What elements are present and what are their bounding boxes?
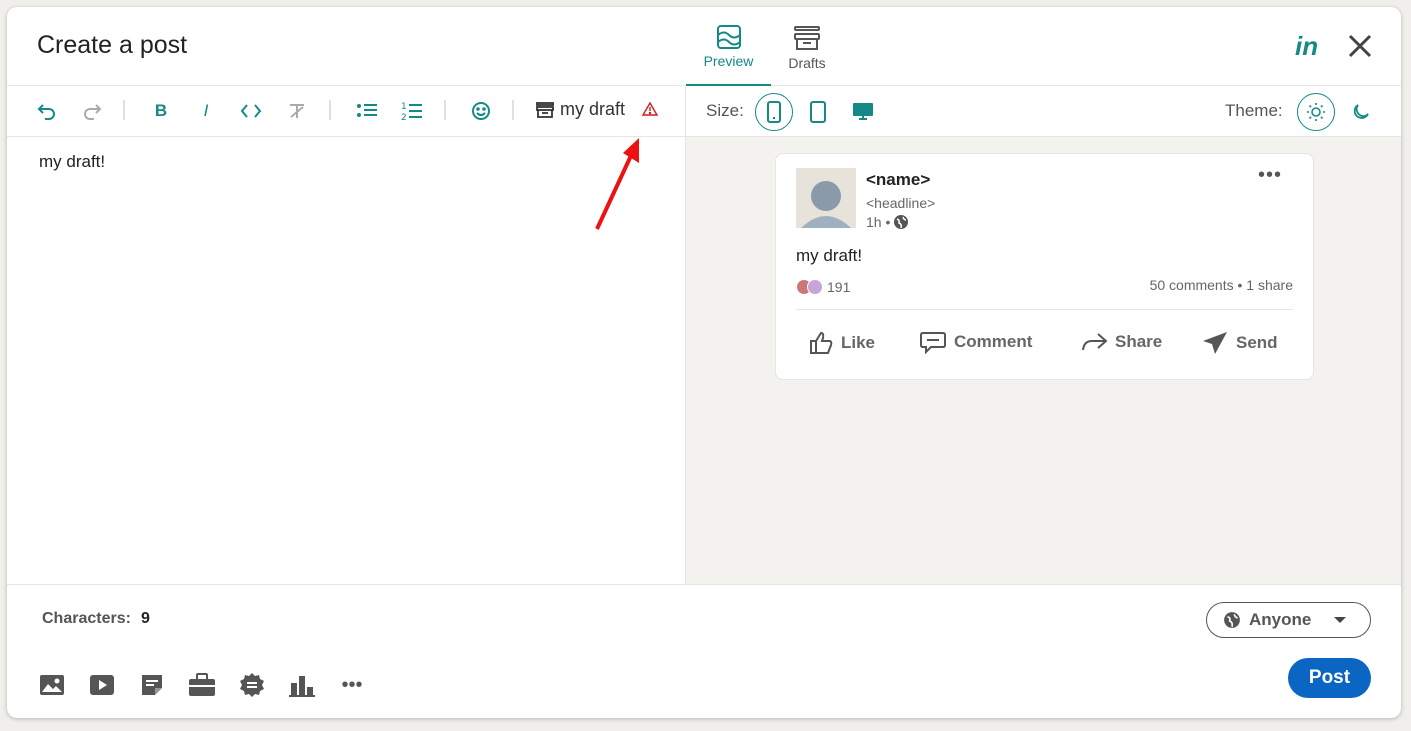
- clear-format-icon[interactable]: [286, 100, 308, 122]
- post-button[interactable]: Post: [1288, 658, 1371, 698]
- code-icon[interactable]: [240, 100, 262, 122]
- author-name: <name>: [866, 170, 931, 189]
- tab-preview-label: Preview: [703, 53, 754, 69]
- warning-icon[interactable]: [642, 101, 658, 117]
- toolbar-divider: [123, 100, 125, 120]
- send-icon: [1203, 332, 1227, 354]
- poll-icon: [289, 676, 315, 697]
- more-options-icon[interactable]: •••: [1258, 164, 1282, 187]
- theme-light-button[interactable]: [1297, 93, 1335, 131]
- reaction-insightful-icon: [807, 279, 823, 295]
- editor-content[interactable]: my draft!: [39, 152, 105, 172]
- preview-icon: [716, 25, 741, 49]
- image-icon: [40, 675, 64, 695]
- badge-icon: [240, 673, 264, 697]
- tab-drafts[interactable]: Drafts: [773, 23, 841, 86]
- audience-label: Anyone: [1249, 610, 1312, 629]
- comment-label: Comment: [954, 332, 1033, 351]
- chevron-down-icon: [1334, 617, 1347, 623]
- tablet-icon: [810, 101, 826, 123]
- post-preview-card: <name> <headline> 1h • ••• my draft! 191…: [775, 153, 1314, 380]
- tab-preview[interactable]: Preview: [686, 23, 771, 86]
- drafts-icon: [794, 26, 820, 50]
- share-button[interactable]: Share: [1080, 330, 1162, 354]
- send-label: Send: [1236, 333, 1278, 352]
- reaction-count: 191: [827, 279, 851, 295]
- create-post-modal: Create a post Preview Drafts in B I 1 2 …: [7, 7, 1401, 718]
- moon-icon: [1353, 104, 1369, 119]
- characters-count: 9: [140, 610, 150, 627]
- add-image-button[interactable]: [38, 671, 66, 699]
- toolbar-divider: [444, 100, 446, 120]
- post-stats[interactable]: 50 comments • 1 share: [1150, 277, 1293, 293]
- theme-label: Theme:: [1225, 101, 1283, 120]
- annotation-arrow: [595, 138, 639, 230]
- page-title: Create a post: [37, 31, 188, 59]
- toolbar-divider: [329, 100, 331, 120]
- more-options-icon[interactable]: •••: [338, 671, 366, 699]
- toolbar-divider: [512, 100, 514, 120]
- send-button[interactable]: Send: [1201, 330, 1278, 356]
- author-headline: <headline>: [866, 195, 936, 211]
- theme-dark-button[interactable]: [1342, 93, 1380, 131]
- desktop-icon: [853, 103, 873, 120]
- add-document-button[interactable]: [138, 671, 166, 699]
- globe-icon: [894, 215, 909, 229]
- celebrate-button[interactable]: [238, 671, 266, 699]
- comment-button[interactable]: Comment: [919, 330, 1032, 354]
- preview-pane: Size: Theme: <name> <headline> 1h • ••• …: [685, 86, 1401, 584]
- svg-text:2: 2: [401, 113, 407, 122]
- post-time: 1h •: [866, 214, 909, 230]
- modal-footer: Characters: 9 Anyone ••• Post: [7, 584, 1401, 718]
- draft-selector[interactable]: my draft: [536, 99, 625, 120]
- svg-text:1: 1: [401, 102, 407, 112]
- post-body: my draft!: [796, 246, 863, 265]
- modal-header: Create a post Preview Drafts in: [7, 7, 1401, 86]
- share-icon: [1082, 333, 1108, 351]
- like-button[interactable]: Like: [808, 330, 875, 356]
- undo-icon[interactable]: [36, 100, 58, 122]
- add-poll-button[interactable]: [288, 671, 316, 699]
- add-video-button[interactable]: [88, 671, 116, 699]
- italic-icon[interactable]: I: [195, 100, 217, 122]
- size-desktop-button[interactable]: [844, 93, 882, 131]
- bold-icon[interactable]: B: [150, 100, 172, 122]
- size-mobile-button[interactable]: [755, 93, 793, 131]
- avatar: [796, 168, 856, 228]
- numbered-list-icon[interactable]: 12: [401, 100, 423, 122]
- video-icon: [90, 675, 114, 695]
- card-divider: [796, 309, 1293, 310]
- post-time-text: 1h •: [866, 214, 891, 230]
- redo-icon[interactable]: [81, 100, 103, 122]
- post-editor[interactable]: my draft!: [7, 137, 685, 584]
- draft-name: my draft: [560, 99, 626, 119]
- app-logo: in: [1295, 31, 1319, 61]
- mobile-icon: [767, 101, 781, 123]
- share-label: Share: [1115, 332, 1163, 351]
- emoji-icon[interactable]: [470, 100, 492, 122]
- document-icon: [142, 675, 162, 695]
- briefcase-icon: [189, 673, 215, 696]
- close-icon[interactable]: [1347, 33, 1373, 59]
- size-tablet-button[interactable]: [799, 93, 837, 131]
- drafts-icon: [536, 101, 554, 118]
- size-label: Size:: [706, 101, 744, 120]
- reactions[interactable]: 191: [796, 279, 850, 295]
- add-job-button[interactable]: [188, 671, 216, 699]
- tab-drafts-label: Drafts: [788, 55, 826, 71]
- audience-selector[interactable]: Anyone: [1206, 602, 1371, 638]
- like-icon: [810, 331, 833, 354]
- characters-label: Characters:: [42, 610, 131, 627]
- character-counter: Characters: 9: [42, 610, 150, 628]
- sun-icon: [1307, 103, 1325, 121]
- editor-toolbar: B I 12 my draft: [7, 86, 685, 137]
- bullet-list-icon[interactable]: [356, 100, 378, 122]
- comment-icon: [920, 332, 946, 354]
- like-label: Like: [841, 333, 876, 352]
- globe-icon: [1224, 612, 1240, 628]
- preview-toolbar: Size: Theme:: [686, 86, 1401, 137]
